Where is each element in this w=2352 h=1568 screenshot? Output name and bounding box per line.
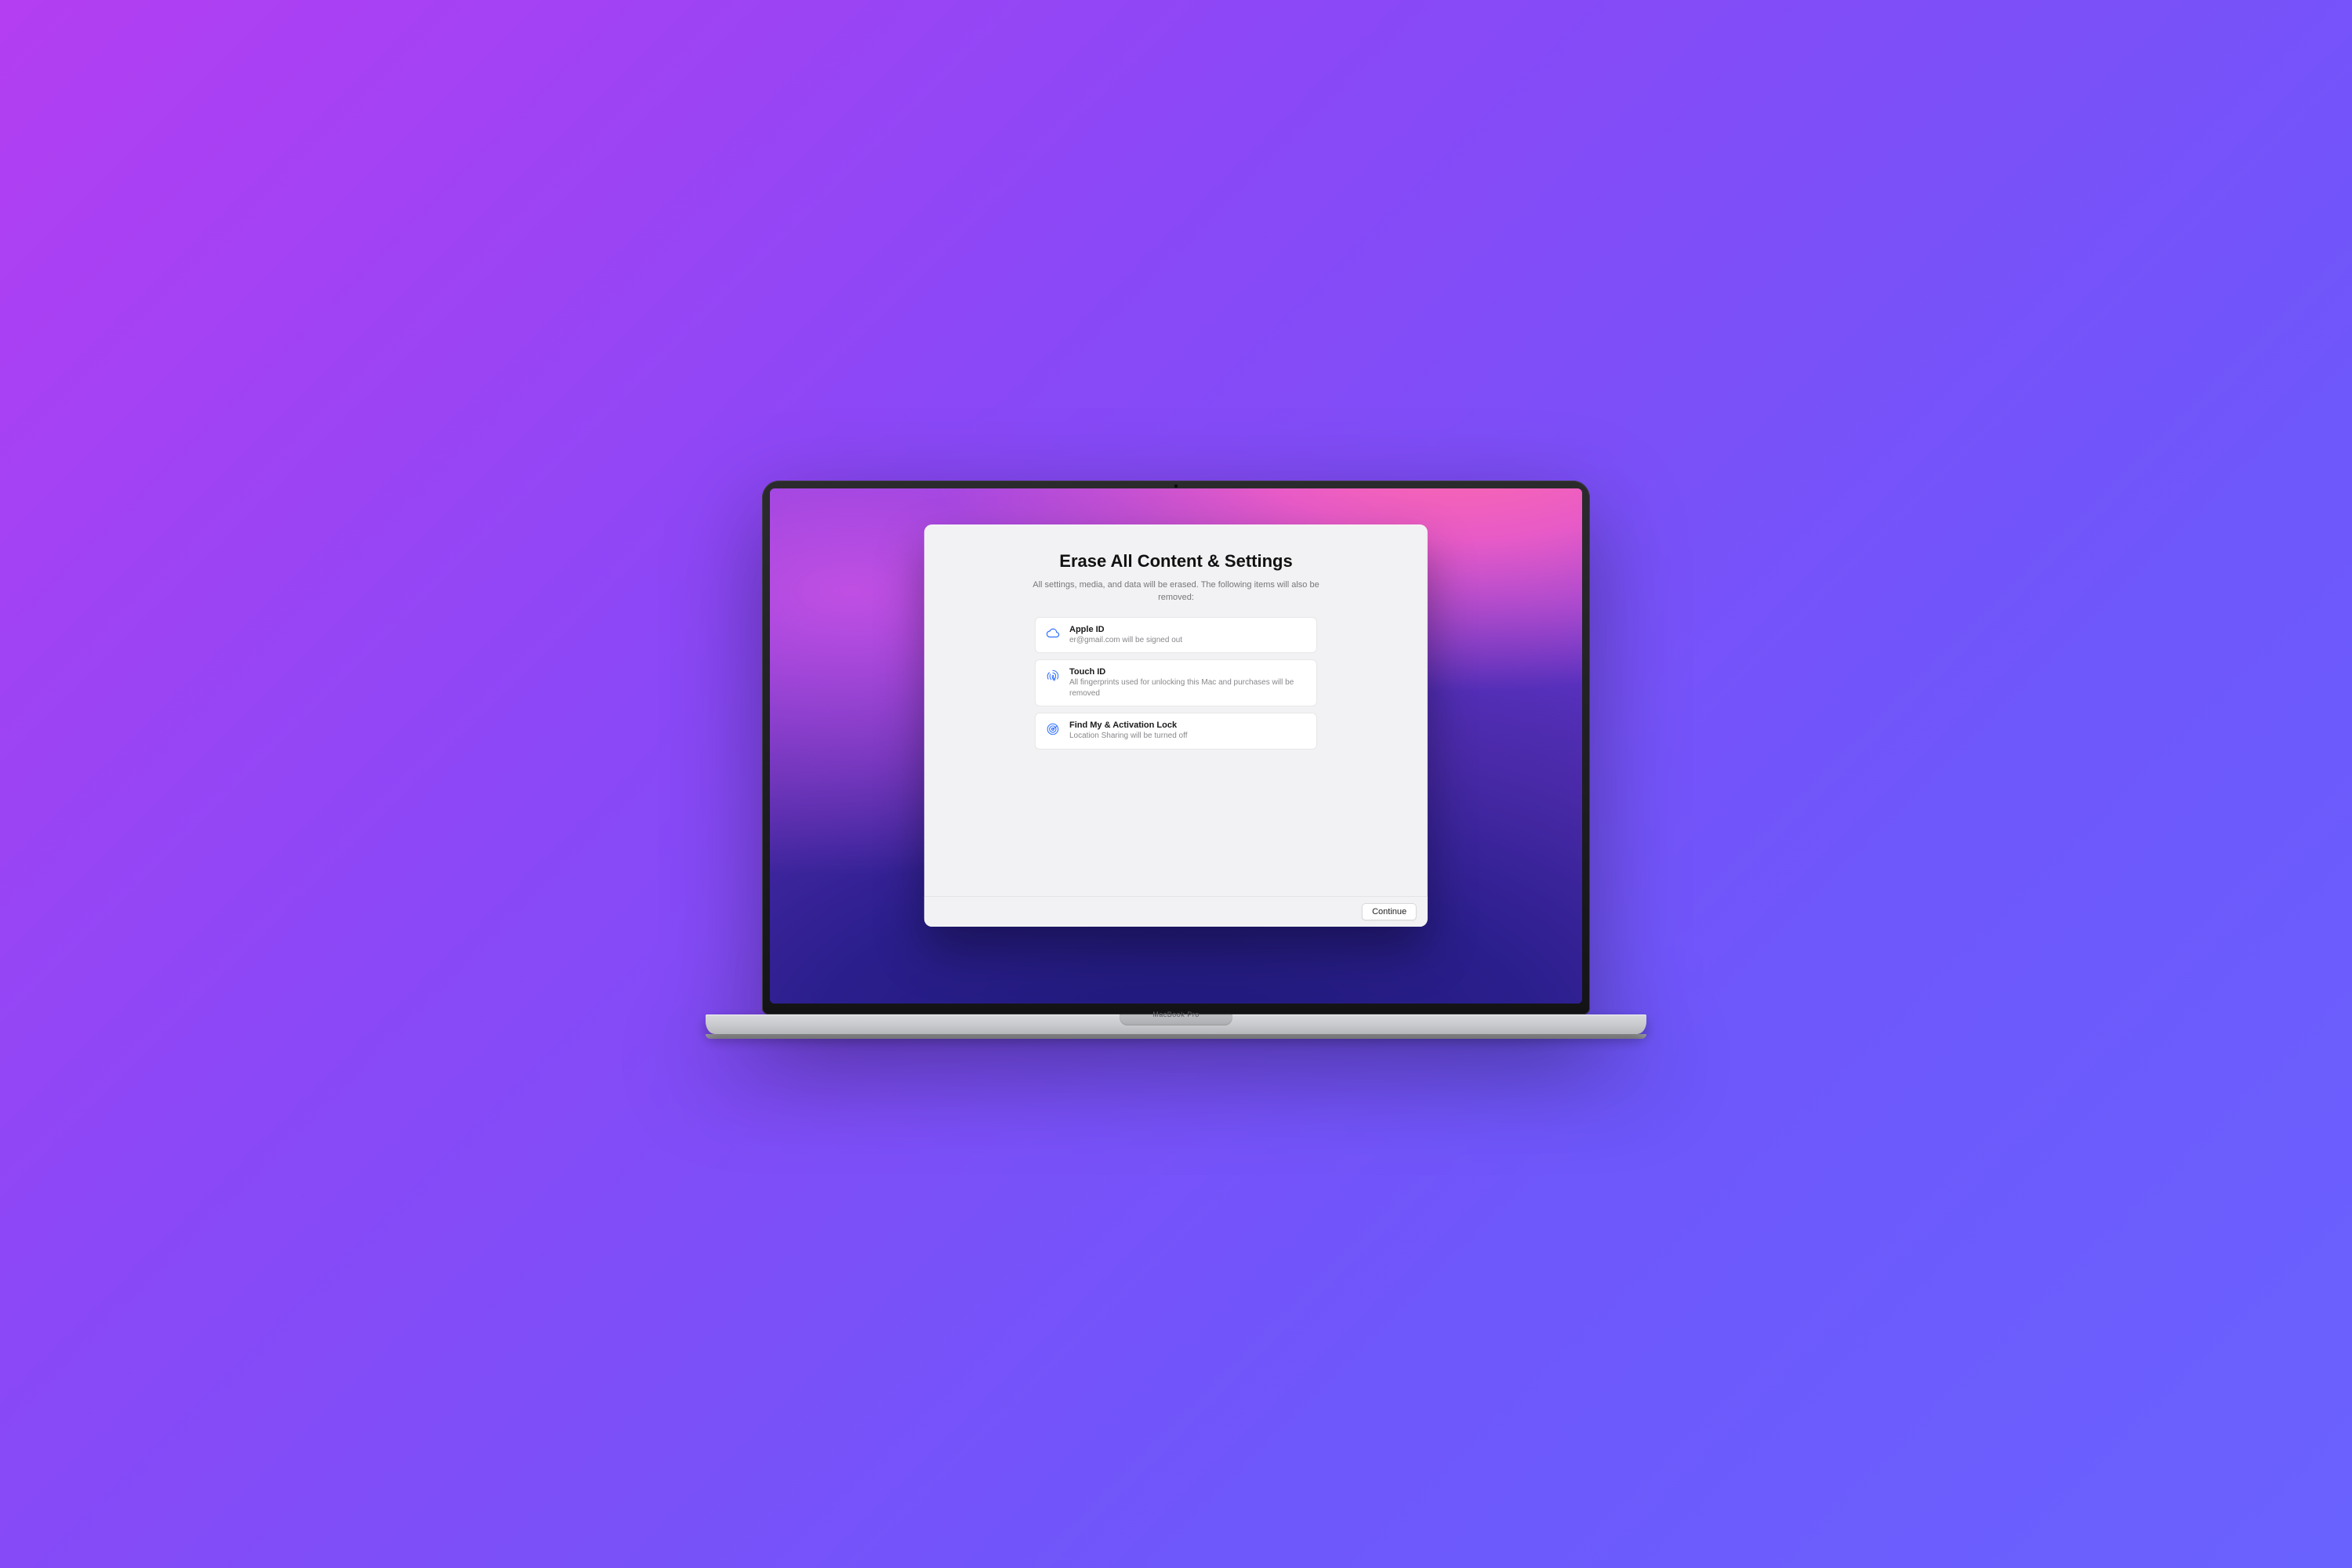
removed-items-list: Apple ID er@gmail.com will be signed out bbox=[1035, 617, 1317, 750]
list-item: Touch ID All fingerprints used for unloc… bbox=[1035, 659, 1317, 706]
dialog-footer: Continue bbox=[924, 896, 1428, 927]
list-item-text: Touch ID All fingerprints used for unloc… bbox=[1069, 667, 1307, 699]
page-background: Erase All Content & Settings All setting… bbox=[0, 0, 2352, 1568]
list-item-title: Touch ID bbox=[1069, 667, 1307, 677]
list-item-desc: All fingerprints used for unlocking this… bbox=[1069, 677, 1307, 699]
dialog-title: Erase All Content & Settings bbox=[956, 551, 1396, 572]
dialog-subtitle: All settings, media, and data will be er… bbox=[1023, 579, 1329, 604]
laptop-lid: Erase All Content & Settings All setting… bbox=[762, 481, 1590, 1014]
list-item-title: Find My & Activation Lock bbox=[1069, 720, 1307, 730]
dialog-body: Erase All Content & Settings All setting… bbox=[924, 524, 1428, 896]
list-item: Apple ID er@gmail.com will be signed out bbox=[1035, 617, 1317, 654]
device-brand-label: MacBook Pro bbox=[1152, 1011, 1200, 1018]
list-item: Find My & Activation Lock Location Shari… bbox=[1035, 713, 1317, 750]
list-item-title: Apple ID bbox=[1069, 625, 1307, 634]
list-item-text: Find My & Activation Lock Location Shari… bbox=[1069, 720, 1307, 742]
list-item-desc: er@gmail.com will be signed out bbox=[1069, 635, 1307, 646]
laptop-mockup: Erase All Content & Settings All setting… bbox=[706, 481, 1646, 1087]
laptop-base: MacBook Pro bbox=[706, 1014, 1646, 1034]
erase-dialog: Erase All Content & Settings All setting… bbox=[924, 524, 1428, 927]
continue-button[interactable]: Continue bbox=[1362, 903, 1417, 920]
list-item-desc: Location Sharing will be turned off bbox=[1069, 731, 1307, 742]
laptop-screen: Erase All Content & Settings All setting… bbox=[770, 488, 1582, 1004]
list-item-text: Apple ID er@gmail.com will be signed out bbox=[1069, 625, 1307, 646]
laptop-base-edge bbox=[706, 1034, 1646, 1039]
fingerprint-icon bbox=[1045, 668, 1061, 684]
cloud-icon bbox=[1045, 626, 1061, 641]
radar-icon bbox=[1045, 721, 1061, 737]
